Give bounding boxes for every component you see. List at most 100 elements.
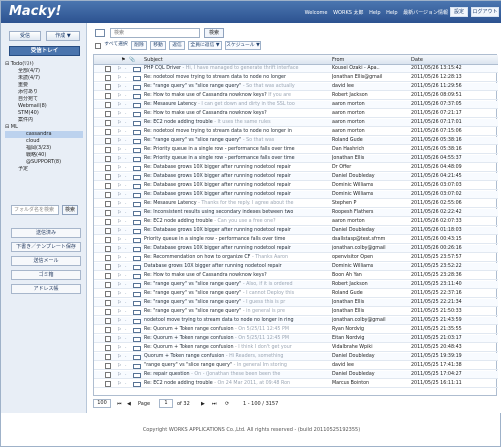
row-checkbox[interactable] [105,318,111,324]
row-checkbox[interactable] [105,300,111,306]
message-subject[interactable]: Re: "range query" vs "slice range query"… [144,290,321,298]
row-checkbox[interactable] [105,363,111,369]
message-subject[interactable]: Database grows 10X bigger after running … [144,263,321,271]
table-row[interactable]: ⚐ · Quorum + Token range confusion - Hi … [94,353,498,361]
row-checkbox[interactable] [105,120,111,126]
row-checkbox[interactable] [105,147,111,153]
message-subject[interactable]: Re: Mesasure Latency - Thanks for the re… [144,200,321,208]
drafts-templates-button[interactable]: 下書き／テンプレート保存 [11,242,81,252]
row-checkbox[interactable] [105,174,111,180]
flag-icon[interactable]: ⚐ [117,381,123,387]
table-row[interactable]: ⚐ · Re: EC2 node adding trouble - Can yo… [94,218,498,226]
message-subject[interactable]: Re: Database grows 10X bigger after runn… [144,245,321,253]
flag-icon[interactable]: ⚐ [117,291,123,297]
row-checkbox[interactable] [105,237,111,243]
message-subject[interactable]: Quorum + Token range confusion - Hi Read… [144,353,321,361]
row-checkbox[interactable] [105,219,111,225]
message-subject[interactable]: Re: "range query" vs "slice range query"… [144,83,321,91]
sent-folder-button[interactable]: 送信済み [11,228,81,238]
flag-icon[interactable]: ⚐ [117,147,123,153]
message-subject[interactable]: Re: Recommendation on how to organize CF… [144,254,321,262]
flag-icon[interactable]: ⚐ [117,156,123,162]
flag-icon[interactable]: ⚐ [117,102,123,108]
folder-all[interactable]: 全部(4/7) [5,68,83,75]
row-checkbox[interactable] [105,282,111,288]
row-checkbox[interactable] [105,183,111,189]
row-checkbox[interactable] [105,336,111,342]
subject-column-header[interactable]: Subject [144,55,163,65]
row-checkbox[interactable] [105,129,111,135]
flag-icon[interactable]: ⚐ [117,237,123,243]
refresh-icon[interactable]: ⟳ [225,399,229,409]
row-checkbox[interactable] [105,165,111,171]
reply-button[interactable]: 返信 [169,41,185,50]
flag-icon[interactable]: ⚐ [117,93,123,99]
flag-icon[interactable]: ⚐ [117,336,123,342]
flag-icon[interactable]: ⚐ [117,255,123,261]
table-row[interactable]: ⚐ · Re: nodetool move trying to stream d… [94,74,498,82]
last-page-icon[interactable]: ⏭ [212,399,217,409]
version-info-link[interactable]: 最新バージョン情報 [403,10,448,16]
select-all-label[interactable]: すべて選択 [103,41,129,50]
message-subject[interactable]: Re: "range query" vs "slice range query"… [144,299,321,307]
message-subject[interactable]: Re: Database grows 10X bigger after runn… [144,173,321,181]
message-subject[interactable]: Re: "range query" vs "slice range query"… [144,137,321,145]
message-subject[interactable]: Re: Quorum + Token range confusion - I t… [144,344,321,352]
flag-icon[interactable]: ⚐ [117,129,123,135]
flag-icon[interactable]: ⚐ [117,201,123,207]
table-row[interactable]: ⚐ · Re: "range query" vs "slice range qu… [94,83,498,91]
flag-icon[interactable]: ⚐ [117,363,123,369]
table-row[interactable]: ⚐ · PHP CQL Driver - Hi, I have managed … [94,65,498,73]
row-checkbox[interactable] [105,111,111,117]
row-checkbox[interactable] [105,291,111,297]
select-all-checkbox[interactable] [95,43,101,49]
page-number-input[interactable]: 1 [159,399,173,408]
delete-button[interactable]: 削除 [131,41,147,50]
row-checkbox[interactable] [105,273,111,279]
table-row[interactable]: ⚐ · Re: Quorum + Token range confusion -… [94,326,498,334]
row-checkbox[interactable] [105,75,111,81]
folder-todo-list[interactable]: ⊟ Todo(ﾘｽﾄ) [5,61,83,68]
message-subject[interactable]: Re: Database grows 10X bigger after runn… [144,182,321,190]
receive-button[interactable]: 受信 [9,31,41,41]
row-checkbox[interactable] [105,327,111,333]
flag-icon[interactable]: ⚐ [117,282,123,288]
flag-icon[interactable]: ⚐ [117,75,123,81]
row-checkbox[interactable] [105,102,111,108]
first-page-icon[interactable]: ⏮ [117,399,122,409]
logout-button[interactable]: ログアウト [471,7,499,17]
folder-schedule[interactable]: 予定 [5,166,83,173]
folder-stm[interactable]: STM(40) [5,110,83,117]
table-row[interactable]: ⚐ · Re: "range query" vs "slice range qu… [94,137,498,145]
table-row[interactable]: ⚐ · Re: "range query" vs "slice range qu… [94,308,498,316]
flag-icon[interactable]: ⚐ [117,111,123,117]
message-subject[interactable]: Re: "range query" vs "slice range query"… [144,281,321,289]
settings-button[interactable]: 設定 [450,7,468,17]
message-search-input[interactable]: 検索 [110,28,200,38]
from-column-header[interactable]: From [332,55,344,65]
message-subject[interactable]: PHP CQL Driver - Hi, I have managed to g… [144,65,321,73]
flag-icon[interactable]: ⚐ [117,165,123,171]
message-subject[interactable]: Re: Quorum + Token range confusion - On … [144,326,321,334]
flag-icon[interactable]: ⚐ [117,309,123,315]
row-checkbox[interactable] [105,264,111,270]
flag-icon[interactable]: ⚐ [117,183,123,189]
folder-search-input[interactable]: フォルダ名を検索 [11,205,59,215]
row-checkbox[interactable] [105,381,111,387]
table-row[interactable]: ⚐ · Database grows 10X bigger after runn… [94,263,498,271]
flag-icon[interactable]: ⚐ [117,138,123,144]
flag-icon[interactable]: ⚐ [117,84,123,90]
table-row[interactable]: ⚐ · Re: How to make use of Cassandra now… [94,110,498,118]
table-row[interactable]: ⚐ · Re: Database grows 10X bigger after … [94,182,498,190]
message-subject[interactable]: Re: EC2 node adding trouble - It uses th… [144,119,321,127]
message-subject[interactable]: Re: Database grows 10X bigger after runn… [144,164,321,172]
folder-fukuoka[interactable]: 福岡(3/23) [5,145,83,152]
flag-icon[interactable]: ⚐ [117,372,123,378]
flag-icon[interactable]: ⚐ [117,273,123,279]
folder-strategy[interactable]: 戦略(40) [5,152,83,159]
help-link-2[interactable]: Help [386,10,397,16]
message-subject[interactable]: Priority queue in a single row - perform… [144,236,321,244]
flag-icon[interactable]: ⚐ [117,192,123,198]
previous-page-icon[interactable]: ◀ [127,399,131,409]
trash-button[interactable]: ゴミ箱 [11,270,81,280]
